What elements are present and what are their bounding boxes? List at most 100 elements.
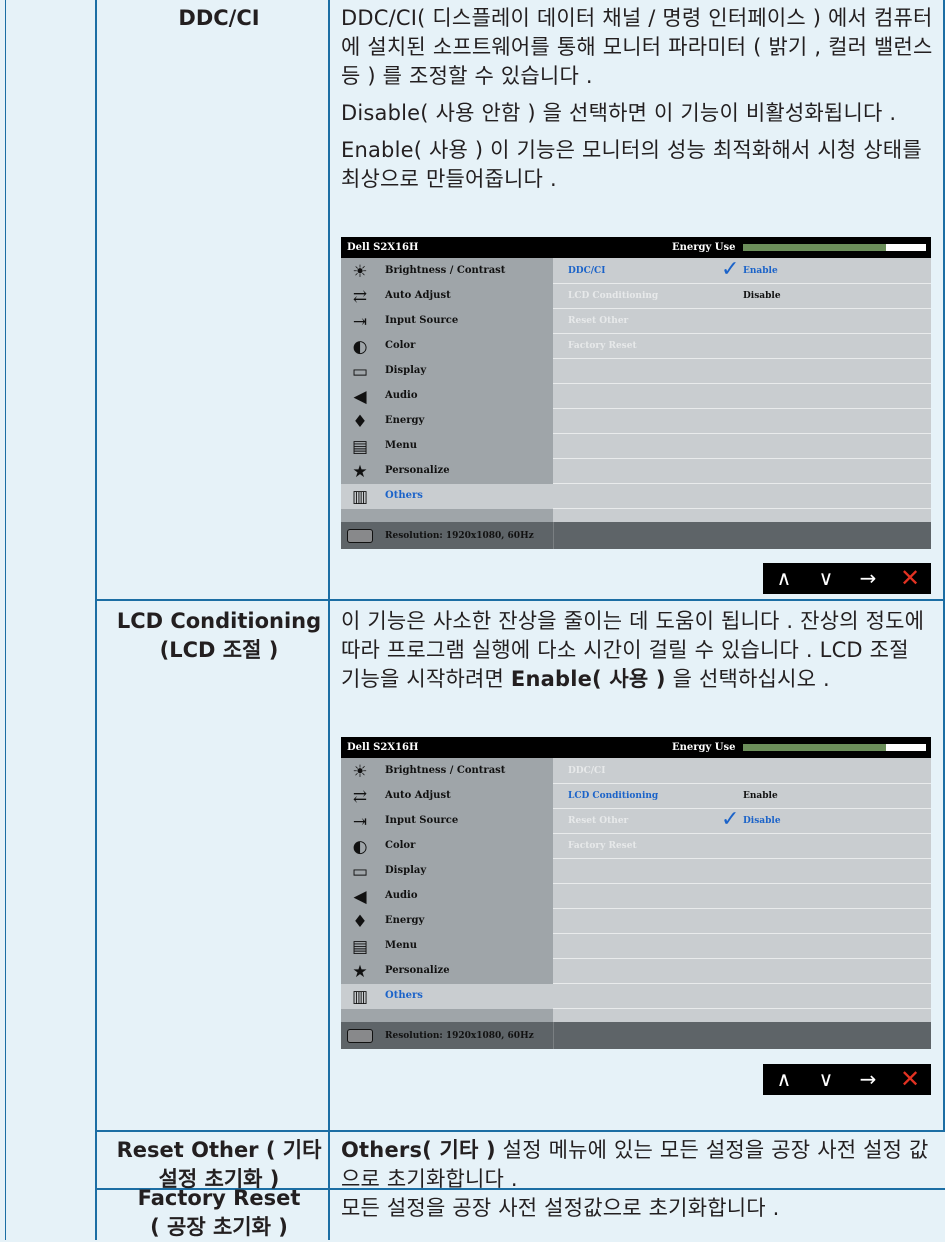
checkmark-icon: ✓	[721, 807, 740, 832]
page-edge-left	[5, 0, 6, 1240]
osd-menu-item-others[interactable]: ▥ Others	[341, 484, 553, 509]
row-label-line: (LCD 조절 )	[159, 638, 279, 662]
osd-menu-label: Personalize	[385, 965, 450, 976]
down-button[interactable]: ∨	[805, 563, 847, 594]
right-arrow-icon: →	[859, 1067, 877, 1091]
audio-icon: ◀	[353, 887, 367, 907]
osd-menu-item-auto-adjust[interactable]: ⇄ Auto Adjust	[341, 284, 553, 309]
input-source-icon: ⇥	[352, 312, 368, 332]
row-label-line: ( 공장 초기화 )	[150, 1215, 288, 1239]
exit-button[interactable]: ✕	[889, 563, 931, 594]
row-label-line: Reset Other ( 기타	[116, 1138, 322, 1162]
row-divider	[95, 599, 945, 601]
up-icon: ∧	[776, 566, 792, 590]
osd-option-disable[interactable]: Disable	[743, 291, 781, 301]
row-label-factory-reset: Factory Reset ( 공장 초기화 )	[110, 1184, 328, 1242]
osd-menu-item-personalize[interactable]: ★ Personalize	[341, 959, 553, 984]
osd-model-title: Dell S2X16H	[347, 742, 419, 753]
osd-title-bar: Dell S2X16H Energy Use	[341, 237, 931, 258]
resolution-text: Resolution: 1920x1080, 60Hz	[385, 531, 534, 541]
osd-status-divider	[553, 1022, 554, 1049]
osd-submenu: DDC/CI LCD Conditioning Reset Other Factory…	[553, 258, 931, 522]
right-arrow-button[interactable]: →	[847, 563, 889, 594]
desc-paragraph: 이 기능은 사소한 잔상을 줄이는 데 도움이 됩니다 . 잔상의 정도에 따라…	[341, 607, 935, 694]
osd-submenu-row	[553, 934, 931, 959]
osd-menu-label: Brightness / Contrast	[385, 765, 506, 776]
osd-option-disable[interactable]: Disable	[743, 816, 781, 826]
right-arrow-button[interactable]: →	[847, 1064, 889, 1095]
others-icon: ▥	[351, 987, 369, 1007]
down-button[interactable]: ∨	[805, 1064, 847, 1095]
osd-menu-item-others[interactable]: ▥ Others	[341, 984, 553, 1009]
display-icon: ▭	[351, 362, 369, 382]
osd-menu-item-brightness-contrast[interactable]: ☀ Brightness / Contrast	[341, 759, 553, 784]
osd-submenu-label: Factory Reset	[568, 841, 637, 851]
osd-menu-item-audio[interactable]: ◀ Audio	[341, 384, 553, 409]
osd-submenu-row[interactable]: Reset Other	[553, 309, 931, 334]
osd-menu-label: Personalize	[385, 465, 450, 476]
osd-option-enable[interactable]: Enable	[743, 266, 778, 276]
osd-submenu-row[interactable]: DDC/CI	[553, 259, 931, 284]
desc-paragraph: Disable( 사용 안함 ) 을 선택하면 이 기능이 비활성화됩니다 .	[341, 101, 897, 125]
osd-menu-item-display[interactable]: ▭ Display	[341, 859, 553, 884]
audio-icon: ◀	[353, 387, 367, 407]
osd-submenu-row	[553, 484, 931, 509]
osd-status-bar: Resolution: 1920x1080, 60Hz	[341, 1022, 931, 1049]
osd-submenu-label: DDC/CI	[568, 766, 606, 776]
osd-menu-item-input-source[interactable]: ⇥ Input Source	[341, 809, 553, 834]
osd-menu-item-personalize[interactable]: ★ Personalize	[341, 459, 553, 484]
osd-menu-item-audio[interactable]: ◀ Audio	[341, 884, 553, 909]
color-icon: ◐	[352, 337, 368, 357]
desc-bold-text: Enable( 사용 )	[510, 667, 666, 691]
osd-menu-label: Display	[385, 365, 427, 376]
osd-menu-item-color[interactable]: ◐ Color	[341, 834, 553, 859]
right-arrow-icon: →	[859, 566, 877, 590]
osd-submenu-row[interactable]: Factory Reset	[553, 834, 931, 859]
energy-use-meter	[743, 244, 926, 251]
osd-menu-item-input-source[interactable]: ⇥ Input Source	[341, 309, 553, 334]
osd-menu-label: Auto Adjust	[385, 790, 451, 801]
exit-button[interactable]: ✕	[889, 1064, 931, 1095]
row-desc-lcd-conditioning: 이 기능은 사소한 잔상을 줄이는 데 도움이 됩니다 . 잔상의 정도에 따라…	[341, 607, 935, 694]
energy-use-label: Energy Use	[672, 742, 736, 753]
osd-submenu-label: Reset Other	[568, 316, 629, 326]
up-button[interactable]: ∧	[763, 1064, 805, 1095]
row-label-line: LCD Conditioning	[116, 609, 322, 633]
osd-menu-item-energy[interactable]: ♦ Energy	[341, 409, 553, 434]
osd-submenu-row	[553, 434, 931, 459]
osd-menu-item-brightness-contrast[interactable]: ☀ Brightness / Contrast	[341, 259, 553, 284]
osd-main-menu: ☀ Brightness / Contrast ⇄ Auto Adjust ⇥ Input…	[341, 258, 553, 522]
osd-menu-item-display[interactable]: ▭ Display	[341, 359, 553, 384]
osd-submenu-row[interactable]: DDC/CI	[553, 759, 931, 784]
down-icon: ∨	[818, 1067, 834, 1091]
osd-submenu-row[interactable]: Reset Other	[553, 809, 931, 834]
osd-submenu-row[interactable]: LCD Conditioning	[553, 784, 931, 809]
auto-adjust-icon: ⇄	[352, 287, 368, 307]
osd-submenu-row[interactable]: Factory Reset	[553, 334, 931, 359]
osd-menu-label: Energy	[385, 415, 425, 426]
osd-submenu-label: LCD Conditioning	[568, 791, 659, 801]
osd-submenu-label: DDC/CI	[568, 266, 606, 276]
osd-menu-item-auto-adjust[interactable]: ⇄ Auto Adjust	[341, 784, 553, 809]
osd-menu-item-menu[interactable]: ▤ Menu	[341, 434, 553, 459]
up-icon: ∧	[776, 1067, 792, 1091]
osd-menu-label: Display	[385, 865, 427, 876]
energy-use-fill	[743, 244, 886, 251]
osd-menu-item-menu[interactable]: ▤ Menu	[341, 934, 553, 959]
osd-menu-item-energy[interactable]: ♦ Energy	[341, 909, 553, 934]
osd-menu-label: Others	[385, 490, 423, 501]
osd-menu-item-color[interactable]: ◐ Color	[341, 334, 553, 359]
osd-submenu-row	[553, 959, 931, 984]
osd-submenu: DDC/CI LCD Conditioning Reset Other Factory…	[553, 758, 931, 1022]
up-button[interactable]: ∧	[763, 563, 805, 594]
row-divider	[95, 1130, 945, 1132]
input-source-icon: ⇥	[352, 812, 368, 832]
osd-submenu-row	[553, 909, 931, 934]
osd-menu-label: Energy	[385, 915, 425, 926]
osd-submenu-row[interactable]: LCD Conditioning	[553, 284, 931, 309]
osd-menu-label: Auto Adjust	[385, 290, 451, 301]
menu-icon: ▤	[351, 937, 369, 957]
osd-screenshot-ddcci: Dell S2X16H Energy Use ☀ Brightness / Contr…	[341, 237, 931, 549]
osd-option-enable[interactable]: Enable	[743, 791, 778, 801]
vga-connector-icon	[347, 529, 373, 543]
